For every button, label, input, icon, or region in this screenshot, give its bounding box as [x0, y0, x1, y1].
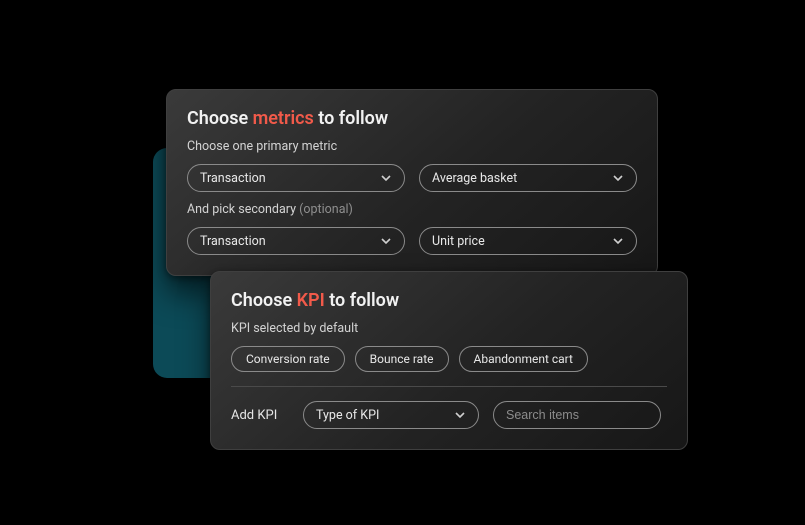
metrics-title-prefix: Choose — [187, 108, 253, 129]
metrics-title: Choose metrics to follow — [187, 108, 637, 129]
kpi-title-suffix: to follow — [325, 290, 399, 311]
kpi-chip-conversion-rate[interactable]: Conversion rate — [231, 346, 345, 372]
kpi-type-select[interactable]: Type of KPI — [303, 401, 479, 429]
kpi-search-input[interactable] — [493, 401, 661, 429]
kpi-chip-bounce-rate[interactable]: Bounce rate — [355, 346, 449, 372]
secondary-metric-select-2-value: Unit price — [432, 234, 485, 249]
choose-metrics-panel: Choose metrics to follow Choose one prim… — [166, 89, 658, 276]
primary-metric-select-1[interactable]: Transaction — [187, 164, 405, 192]
primary-metric-select-2[interactable]: Average basket — [419, 164, 637, 192]
secondary-metric-select-1-value: Transaction — [200, 234, 266, 249]
primary-metric-select-1-value: Transaction — [200, 171, 266, 186]
secondary-metric-label-text: And pick secondary — [187, 202, 299, 217]
add-kpi-label: Add KPI — [231, 408, 289, 423]
chevron-down-icon — [380, 235, 392, 247]
primary-metric-label: Choose one primary metric — [187, 139, 637, 154]
chevron-down-icon — [380, 172, 392, 184]
secondary-metric-select-1[interactable]: Transaction — [187, 227, 405, 255]
kpi-type-select-value: Type of KPI — [316, 408, 379, 423]
secondary-metric-optional: (optional) — [299, 202, 353, 217]
kpi-title-accent: KPI — [297, 290, 325, 311]
metrics-title-accent: metrics — [253, 108, 314, 129]
kpi-title-prefix: Choose — [231, 290, 297, 311]
secondary-metric-label: And pick secondary (optional) — [187, 202, 637, 217]
metrics-title-suffix: to follow — [314, 108, 388, 129]
kpi-default-label: KPI selected by default — [231, 321, 667, 336]
choose-kpi-panel: Choose KPI to follow KPI selected by def… — [210, 271, 688, 450]
chevron-down-icon — [612, 172, 624, 184]
secondary-metric-select-2[interactable]: Unit price — [419, 227, 637, 255]
chevron-down-icon — [612, 235, 624, 247]
kpi-chip-abandonment-cart[interactable]: Abandonment cart — [459, 346, 588, 372]
primary-metric-select-2-value: Average basket — [432, 171, 517, 186]
kpi-title: Choose KPI to follow — [231, 290, 667, 311]
divider — [231, 386, 667, 387]
chevron-down-icon — [454, 409, 466, 421]
kpi-chips: Conversion rate Bounce rate Abandonment … — [231, 346, 667, 372]
